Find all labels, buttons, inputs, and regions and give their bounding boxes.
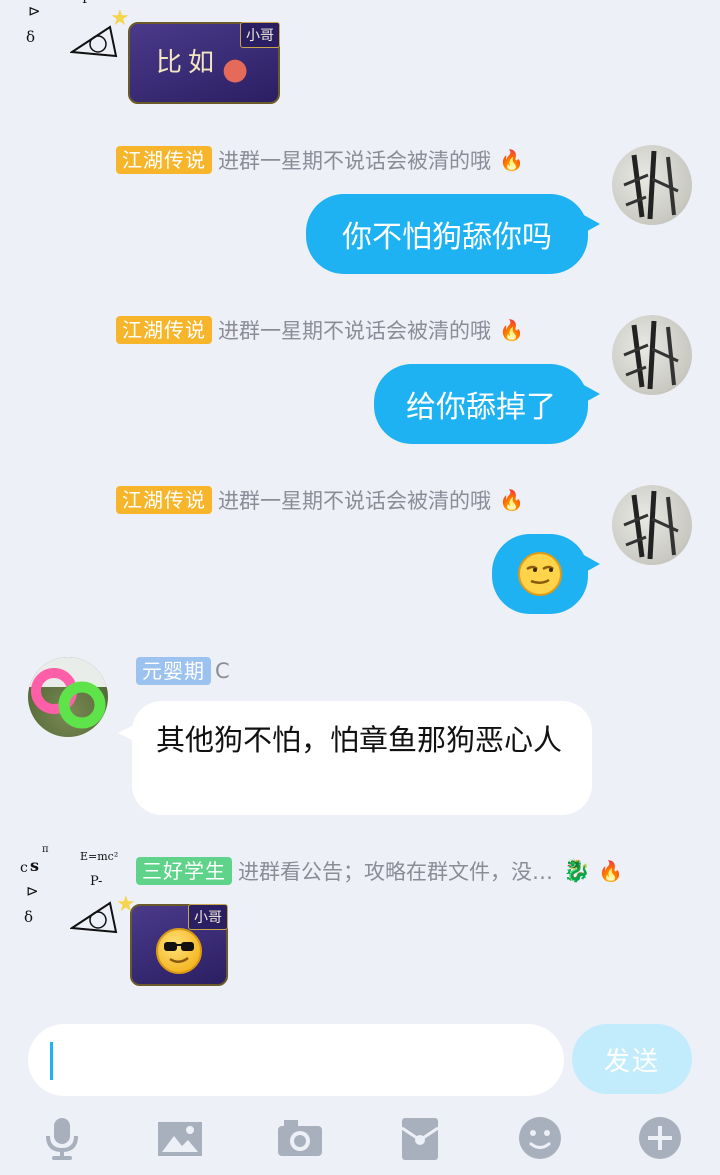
sender-header: 江湖传说 进群一星期不说话会被清的哦 🔥 [116, 145, 524, 175]
sender-header: 三好学生 进群看公告；攻略在群文件，没… 🐉 🔥 [136, 856, 623, 886]
sender-name[interactable]: 进群一星期不说话会被清的哦 [218, 315, 491, 345]
message-text: 你不怕狗舔你吗 [342, 220, 552, 255]
emoji-icon[interactable] [516, 1114, 564, 1162]
microphone-icon[interactable] [38, 1114, 86, 1162]
bamboo-icon [623, 320, 679, 390]
cool-emoji-icon [156, 928, 202, 974]
plus-icon[interactable] [636, 1114, 684, 1162]
bamboo-icon [623, 490, 679, 560]
swim-ring-icon [28, 657, 108, 729]
user-avatar-doodle[interactable]: c s π E=mc² ⊳ δ P- ★ [18, 842, 136, 934]
sender-header: 元婴期 C [136, 656, 230, 686]
user-avatar[interactable] [612, 145, 692, 225]
fire-icon: 🔥 [598, 859, 624, 883]
member-title-badge: 元婴期 [136, 657, 211, 685]
fire-icon: 🔥 [499, 488, 524, 512]
message-text: 给你舔掉了 [406, 390, 556, 425]
input-toolbar [0, 1110, 720, 1175]
sticker-tag: 小哥 [240, 22, 280, 48]
send-button[interactable]: 发送 [572, 1024, 692, 1094]
chat-message-list[interactable]: ⊳ δ P- ★ 比如 ● 小哥 江湖传说 进群一星期不说话会被清的哦 🔥 你不… [0, 0, 720, 1010]
user-avatar[interactable] [28, 657, 108, 737]
sender-name[interactable]: C [215, 659, 230, 683]
sticker-message[interactable]: 比如 ● 小哥 [128, 22, 280, 104]
user-avatar[interactable] [612, 485, 692, 565]
sticker-text: 比如 [156, 48, 221, 78]
message-bubble[interactable]: 其他狗不怕，怕章鱼那狗恶心人 [118, 701, 592, 815]
camera-icon[interactable] [276, 1114, 324, 1162]
octopus-icon: ● [222, 52, 249, 87]
message-bubble[interactable] [492, 534, 600, 614]
sender-header: 江湖传说 进群一星期不说话会被清的哦 🔥 [116, 315, 524, 345]
red-packet-icon[interactable] [396, 1114, 444, 1162]
text-caret [50, 1042, 53, 1080]
message-bubble[interactable]: 给你舔掉了 [374, 364, 600, 444]
user-avatar-doodle[interactable]: ⊳ δ P- ★ [22, 0, 130, 84]
sticker-tag: 小哥 [188, 904, 228, 930]
fire-icon: 🔥 [499, 318, 524, 342]
message-text: 其他狗不怕，怕章鱼那狗恶心人 [156, 723, 563, 757]
user-avatar[interactable] [612, 315, 692, 395]
compose-bar: 发送 [0, 1010, 720, 1110]
message-bubble[interactable]: 你不怕狗舔你吗 [306, 194, 600, 274]
smirk-emoji-icon [518, 552, 562, 596]
bamboo-icon [623, 150, 679, 220]
member-title-badge: 江湖传说 [116, 316, 212, 344]
fire-icon: 🔥 [499, 148, 524, 172]
sender-name[interactable]: 进群一星期不说话会被清的哦 [218, 485, 491, 515]
sender-name[interactable]: 进群一星期不说话会被清的哦 [218, 145, 491, 175]
member-title-badge: 江湖传说 [116, 146, 212, 174]
sender-name[interactable]: 进群看公告；攻略在群文件，没… [238, 856, 553, 886]
message-input[interactable] [28, 1024, 564, 1096]
sender-header: 江湖传说 进群一星期不说话会被清的哦 🔥 [116, 485, 524, 515]
sticker-message[interactable]: 小哥 [130, 904, 228, 986]
member-title-badge: 江湖传说 [116, 486, 212, 514]
member-title-badge: 三好学生 [136, 857, 232, 885]
image-icon[interactable] [156, 1114, 204, 1162]
dragon-icon: 🐉 [563, 858, 591, 884]
